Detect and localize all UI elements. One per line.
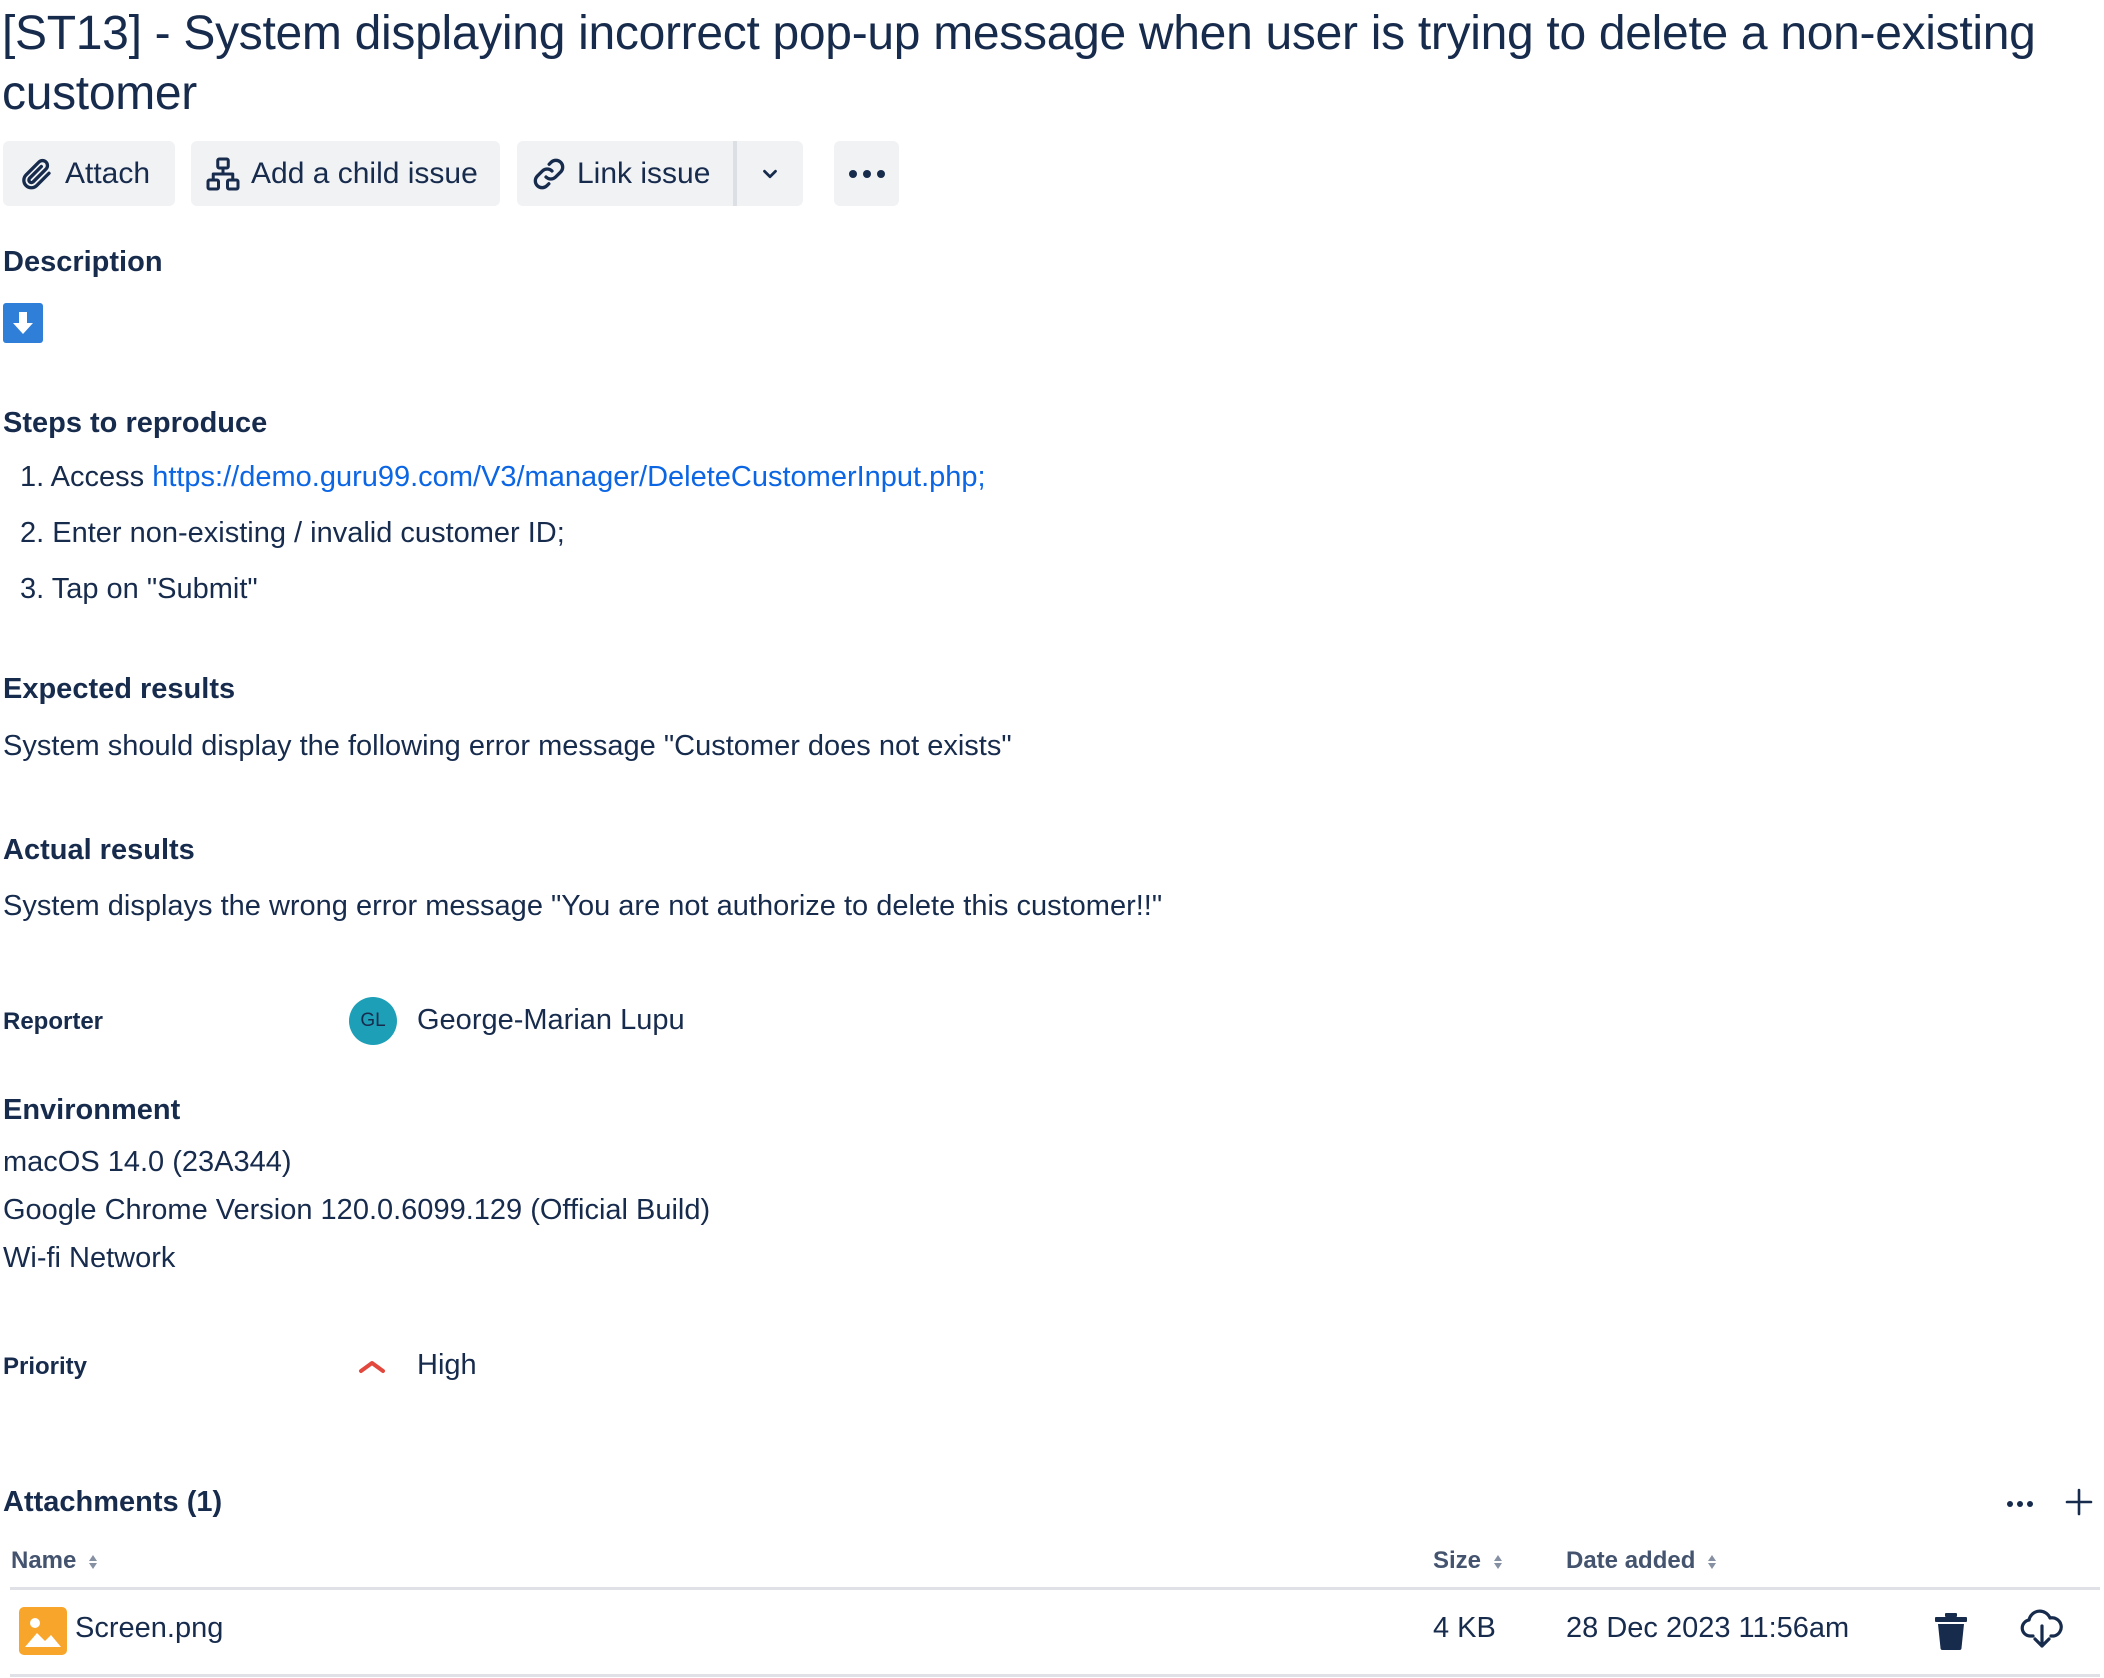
avatar-initials: GL [360,1010,386,1031]
table-header-divider [10,1587,2100,1590]
table-row[interactable]: Screen.png 4 KB 28 Dec 2023 11:56am [10,1592,2100,1674]
description-heading: Description [3,246,163,278]
sort-icon [1493,1554,1502,1569]
reporter-avatar[interactable]: GL [349,997,397,1045]
download-attachment-button[interactable] [2020,1608,2064,1650]
link-issue-label: Link issue [577,156,711,190]
link-issue-dropdown-button[interactable] [737,141,803,206]
attachment-date: 28 Dec 2023 11:56am [1566,1612,1850,1644]
more-actions-button[interactable] [834,141,899,206]
priority-label: Priority [3,1353,88,1380]
step-number: 1. [20,461,45,493]
attachment-name[interactable]: Screen.png [75,1612,223,1645]
environment-line-1: macOS 14.0 (23A344) [3,1146,292,1178]
column-header-date[interactable]: Date added [1566,1547,1718,1575]
trash-icon [1935,1613,1967,1650]
step-text: Enter non-existing / invalid customer ID… [52,517,565,549]
attach-button[interactable]: Attach [3,141,175,206]
link-issue-button[interactable]: Link issue [517,141,733,206]
add-child-issue-button[interactable]: Add a child issue [191,141,500,206]
issue-title[interactable]: [ST13] - System displaying incorrect pop… [2,4,2062,124]
environment-line-2: Google Chrome Version 120.0.6099.129 (Of… [3,1194,711,1226]
environment-heading: Environment [3,1094,181,1126]
expected-results-text: System should display the following erro… [3,730,1012,762]
attachments-more-button[interactable] [2001,1492,2039,1516]
issue-view: [ST13] - System displaying incorrect pop… [0,0,2104,1678]
paperclip-icon [19,156,55,192]
priority-high-icon [357,1356,387,1381]
chevron-down-icon [759,163,781,185]
actual-results-text: System displays the wrong error message … [3,890,1163,922]
steps-heading: Steps to reproduce [3,407,268,439]
column-name-label: Name [11,1547,77,1574]
step-1: 1. Access https://demo.guru99.com/V3/man… [20,461,986,494]
step-2: 2. Enter non-existing / invalid customer… [20,517,565,550]
delete-attachment-button[interactable] [1934,1612,1968,1650]
add-attachment-button[interactable] [2064,1487,2094,1517]
image-file-icon [19,1607,67,1655]
column-header-size[interactable]: Size [1433,1547,1504,1575]
expected-results-heading: Expected results [3,673,236,705]
attachments-heading: Attachments (1) [3,1486,223,1518]
column-date-label: Date added [1566,1547,1696,1574]
add-child-issue-label: Add a child issue [251,156,478,190]
attachment-size: 4 KB [1433,1612,1496,1644]
child-issue-icon [205,156,241,192]
more-icon [2007,1501,2033,1507]
table-row-divider [10,1674,2100,1677]
more-icon [847,168,887,180]
attach-label: Attach [65,156,151,190]
cloud-download-icon [2020,1609,2063,1648]
sort-icon [1708,1554,1717,1569]
expand-arrow-icon[interactable] [3,303,43,343]
step-3: 3. Tap on "Submit" [20,573,258,606]
step-number: 2. [20,517,45,549]
column-header-name[interactable]: Name [11,1547,99,1575]
sort-icon [89,1554,98,1569]
reporter-label: Reporter [3,1008,104,1035]
link-icon [531,156,567,192]
step-number: 3. [20,573,45,605]
step-text: Tap on "Submit" [51,573,258,605]
actual-results-heading: Actual results [3,834,195,866]
plus-icon [2065,1488,2093,1516]
step-text: Access [50,461,153,493]
step-link[interactable]: https://demo.guru99.com/V3/manager/Delet… [152,461,985,493]
priority-value[interactable]: High [417,1349,477,1382]
reporter-name[interactable]: George-Marian Lupu [417,1004,685,1037]
column-size-label: Size [1433,1547,1482,1574]
environment-line-3: Wi-fi Network [3,1242,176,1274]
